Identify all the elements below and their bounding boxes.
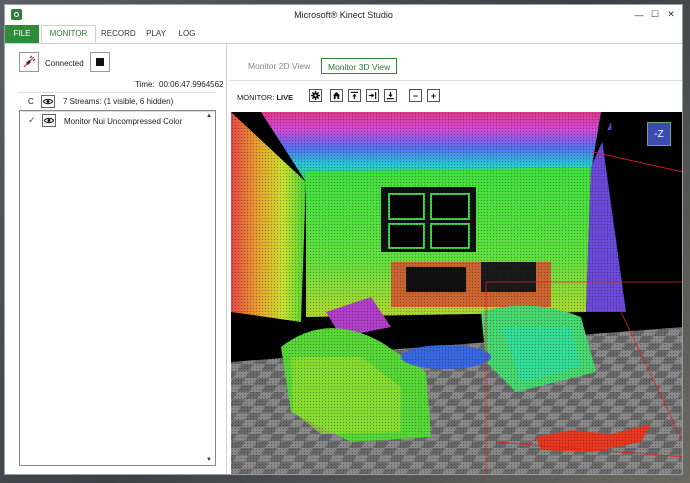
streams-count: 7 Streams: (1 visible, 6 hidden) bbox=[63, 97, 174, 106]
connect-button[interactable] bbox=[19, 52, 39, 72]
streams-collapse[interactable]: C bbox=[28, 97, 34, 106]
stream-visibility-toggle[interactable] bbox=[42, 114, 56, 127]
align-right-button[interactable] bbox=[366, 89, 379, 102]
zoom-in-button[interactable]: + bbox=[427, 89, 440, 102]
streams-summary-row: C 7 Streams: (1 visible, 6 hidden) bbox=[18, 92, 216, 112]
axis-orientation-cube[interactable]: -Z bbox=[647, 122, 671, 146]
align-top-icon bbox=[350, 91, 359, 100]
menu-bar: FILE MONITOR RECORD PLAY LOG bbox=[5, 25, 682, 44]
plug-icon bbox=[23, 55, 36, 68]
download-icon bbox=[386, 91, 395, 100]
align-top-button[interactable] bbox=[348, 89, 361, 102]
streams-visibility-toggle[interactable] bbox=[41, 95, 55, 108]
3d-point-cloud-viewport[interactable]: -Z bbox=[231, 112, 682, 474]
scroll-down-icon[interactable]: ▼ bbox=[206, 457, 212, 463]
minimize-button[interactable]: — bbox=[632, 8, 646, 21]
close-button[interactable]: ✕ bbox=[664, 8, 678, 21]
eye-icon bbox=[44, 117, 54, 124]
monitor-label: MONITOR: bbox=[237, 93, 275, 102]
point-cloud-render bbox=[231, 112, 682, 474]
connection-status: Connected bbox=[45, 59, 84, 68]
menu-play[interactable]: PLAY bbox=[143, 25, 169, 43]
title-bar: Microsoft® Kinect Studio — ☐ ✕ bbox=[5, 5, 682, 25]
time-value: 00:06:47.9964562 bbox=[159, 80, 224, 89]
window-title: Microsoft® Kinect Studio bbox=[294, 10, 393, 20]
stop-icon bbox=[96, 58, 104, 66]
tab-monitor-2d[interactable]: Monitor 2D View bbox=[242, 58, 316, 74]
main-panel: Monitor 2D View Monitor 3D View MONITOR:… bbox=[230, 44, 682, 474]
left-panel: Connected Time: 00:06:47.9964562 C 7 Str… bbox=[5, 44, 227, 474]
app-window: Microsoft® Kinect Studio — ☐ ✕ FILE MONI… bbox=[4, 4, 683, 475]
stop-button[interactable] bbox=[90, 52, 110, 72]
monitor-status: MONITOR: LIVE bbox=[237, 93, 293, 102]
menu-log[interactable]: LOG bbox=[175, 25, 199, 43]
menu-file[interactable]: FILE bbox=[5, 25, 39, 43]
menu-monitor[interactable]: MONITOR bbox=[41, 25, 96, 43]
check-icon[interactable]: ✓ bbox=[28, 115, 36, 126]
live-status: LIVE bbox=[276, 93, 294, 102]
eye-icon bbox=[43, 98, 53, 105]
align-bottom-button[interactable] bbox=[384, 89, 397, 102]
home-icon bbox=[332, 91, 341, 100]
scroll-up-icon[interactable]: ▲ bbox=[206, 113, 212, 119]
menu-record[interactable]: RECORD bbox=[101, 25, 136, 43]
time-label: Time: bbox=[135, 80, 155, 89]
view-toolbar: MONITOR: LIVE − + bbox=[230, 84, 682, 110]
tab-monitor-3d[interactable]: Monitor 3D View bbox=[321, 58, 398, 74]
list-item[interactable]: ✓ Monitor Nui Uncompressed Color bbox=[20, 113, 215, 129]
stream-name: Monitor Nui Uncompressed Color bbox=[64, 117, 183, 126]
home-view-button[interactable] bbox=[330, 89, 343, 102]
gear-icon bbox=[311, 91, 320, 100]
stream-list: ✓ Monitor Nui Uncompressed Color ▲ ▼ bbox=[19, 110, 216, 466]
view-tabs: Monitor 2D View Monitor 3D View bbox=[230, 54, 682, 81]
align-right-icon bbox=[368, 91, 377, 100]
settings-button[interactable] bbox=[309, 89, 322, 102]
maximize-button[interactable]: ☐ bbox=[648, 8, 662, 21]
zoom-out-button[interactable]: − bbox=[409, 89, 422, 102]
